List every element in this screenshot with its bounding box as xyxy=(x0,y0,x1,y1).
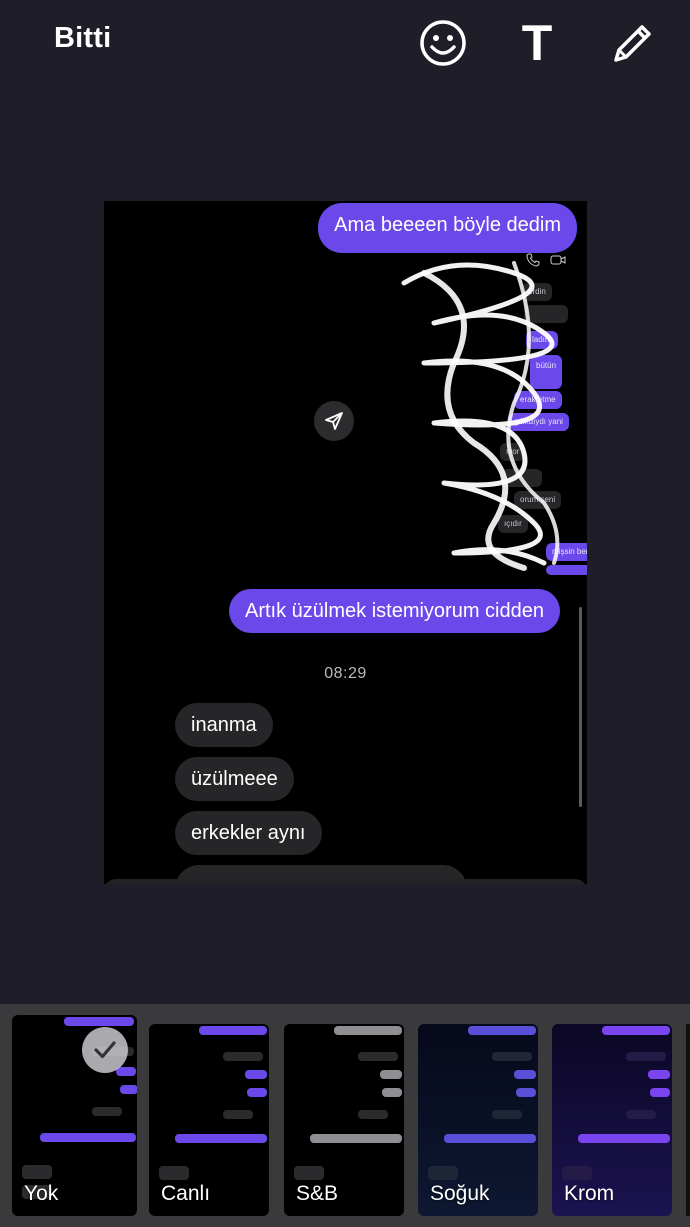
message-bubble-incoming: üzülmeee xyxy=(175,757,294,801)
scroll-indicator xyxy=(579,607,582,807)
filter-yok[interactable]: Yok xyxy=(12,1015,137,1216)
message-bubble-outgoing: Artık üzülmek istemiyorum cidden xyxy=(229,589,560,633)
text-icon: T xyxy=(521,15,553,71)
message-bubble-incoming: inanma xyxy=(175,703,273,747)
sticker-button[interactable] xyxy=(418,18,468,68)
share-button[interactable] xyxy=(314,401,354,441)
input-bar-edge xyxy=(104,879,587,884)
message-bubble-outgoing: Ama beeeen böyle dedim xyxy=(318,203,577,253)
checkmark-icon xyxy=(94,1041,116,1059)
text-button[interactable]: T xyxy=(512,18,562,68)
pencil-icon xyxy=(614,25,651,62)
filter-krom[interactable]: Krom xyxy=(552,1024,672,1216)
filter-sb[interactable]: S&B xyxy=(284,1024,404,1216)
photo-preview[interactable]: erdin ladım bütün erak etme gılıkdıydı y… xyxy=(104,201,587,884)
filter-label: Soğuk xyxy=(430,1182,490,1205)
send-icon xyxy=(325,412,343,430)
filter-label: Krom xyxy=(564,1182,615,1205)
message-bubble-incoming: erkekler aynı xyxy=(175,811,322,855)
done-button[interactable]: Bitti xyxy=(54,22,111,55)
filter-label: Yok xyxy=(24,1182,59,1205)
draw-button[interactable] xyxy=(608,18,658,68)
message-timestamp: 08:29 xyxy=(324,665,367,682)
filter-canli[interactable]: Canlı xyxy=(149,1024,269,1216)
filter-label: Canlı xyxy=(161,1182,211,1205)
drawing-scribble xyxy=(401,261,560,571)
selected-check xyxy=(82,1027,128,1073)
editor-toolbar: Bitti T xyxy=(0,0,690,90)
smiley-icon xyxy=(420,20,466,66)
filter-next-partial[interactable] xyxy=(686,1024,690,1216)
filter-soguk[interactable]: Soğuk xyxy=(418,1024,538,1216)
filter-label: S&B xyxy=(296,1182,339,1205)
